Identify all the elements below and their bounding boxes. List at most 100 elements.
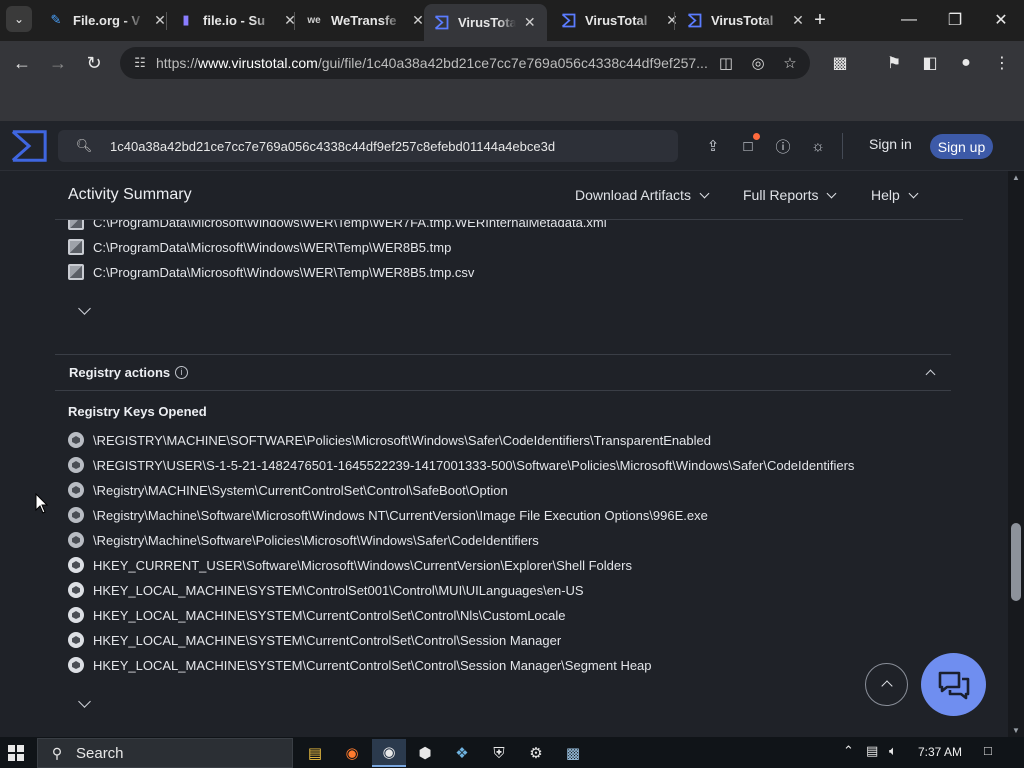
install-app-icon[interactable]: ◫ [714, 51, 738, 75]
tab-title: WeTransfe [331, 12, 397, 28]
hash-search-box[interactable]: 🔍︎ [58, 130, 678, 162]
site-info-icon[interactable]: ☷ [124, 55, 156, 71]
virustotal-logo[interactable] [10, 128, 48, 164]
scrollbar-thumb[interactable] [1011, 523, 1021, 601]
scroll-to-top-button[interactable] [865, 663, 908, 706]
taskbar-search-box[interactable]: ⚲ Search [37, 738, 293, 768]
network-app-icon[interactable]: ▩ [561, 741, 585, 765]
notifications-icon[interactable]: □ [984, 743, 992, 758]
registry-key-row: \REGISTRY\USER\S-1-5-21-1482476501-16455… [68, 455, 854, 475]
download-artifacts-menu[interactable]: Download Artifacts [575, 187, 708, 203]
tab-search-button[interactable]: ⌄ [6, 6, 32, 32]
labs-flask-icon[interactable]: ⚑ [880, 49, 908, 77]
browser-tab-virustotal-2[interactable]: VirusTotal ✕ [550, 4, 691, 36]
registry-keys-opened-title: Registry Keys Opened [68, 404, 207, 419]
side-panel-icon[interactable]: ◧ [916, 49, 944, 77]
taskbar-search-placeholder: Search [76, 744, 124, 762]
browser-tab-wetransfer[interactable]: we WeTransfe ✕ [296, 4, 437, 36]
search-input[interactable] [110, 138, 650, 154]
registry-key-icon [68, 582, 84, 598]
menu-dots-icon[interactable]: ⋮ [988, 49, 1016, 77]
browser-tab-virustotal-active[interactable]: VirusTotal ✕ [424, 4, 547, 41]
shield-icon[interactable]: ⛨ [487, 741, 511, 765]
virustotal-icon [560, 12, 576, 28]
registry-key-icon [68, 482, 84, 498]
back-button[interactable]: ← [8, 49, 36, 77]
file-org-icon: ✎ [50, 12, 62, 27]
tab-title: VirusTotal [458, 15, 517, 30]
registry-section-title[interactable]: Registry actions [69, 365, 170, 380]
chat-notification-icon[interactable]: □ [737, 133, 760, 157]
bookmark-star-icon[interactable]: ☆ [778, 51, 802, 75]
upload-icon[interactable]: ⇪ [702, 135, 724, 157]
registry-key-row: HKEY_LOCAL_MACHINE\SYSTEM\CurrentControl… [68, 630, 561, 650]
new-tab-button[interactable]: + [808, 8, 832, 32]
url-text[interactable]: https://www.virustotal.com/gui/file/1c40… [156, 55, 716, 71]
registry-key-row: HKEY_LOCAL_MACHINE\SYSTEM\CurrentControl… [68, 605, 566, 625]
browser-tab-fileio[interactable]: ▮ file.io - Su ✕ [168, 4, 309, 36]
network-icon[interactable]: ▤ [866, 743, 878, 759]
cube-app-icon[interactable]: ⬢ [413, 741, 437, 765]
registry-key-path: \REGISTRY\MACHINE\SOFTWARE\Policies\Micr… [93, 432, 711, 448]
chrome-icon[interactable]: ◉ [372, 739, 406, 767]
sign-up-button[interactable]: Sign up [930, 134, 993, 159]
registry-key-icon [68, 507, 84, 523]
registry-key-row: \Registry\Machine\Software\Microsoft\Win… [68, 505, 708, 525]
profile-icon[interactable]: ● [952, 49, 980, 77]
registry-key-path: HKEY_LOCAL_MACHINE\SYSTEM\CurrentControl… [93, 657, 652, 673]
virustotal-icon [434, 15, 449, 31]
extensions-icon[interactable]: ▩ [826, 49, 854, 77]
file-io-icon: ▮ [182, 12, 190, 27]
registry-key-icon [68, 432, 84, 448]
sign-in-link[interactable]: Sign in [869, 136, 912, 152]
virustotal-header: 🔍︎ ⇪ □ ⓘ ☼ Sign in Sign up [0, 121, 1024, 171]
tab-title: VirusTotal [711, 12, 774, 28]
close-tab-icon[interactable]: ✕ [522, 14, 537, 31]
registry-key-icon [68, 457, 84, 473]
browser-tab-fileorg[interactable]: ✎ File.org - V ✕ [38, 4, 179, 36]
report-subnav: Activity Summary Download Artifacts Full… [0, 171, 1008, 220]
full-reports-menu[interactable]: Full Reports [743, 187, 835, 203]
chat-support-button[interactable] [921, 653, 986, 716]
close-tab-icon[interactable]: ✕ [789, 12, 807, 29]
page-scrollbar[interactable]: ▲ ▼ [1008, 171, 1024, 737]
tab-title: VirusTotal [585, 12, 648, 28]
forward-button[interactable]: → [44, 49, 72, 77]
close-window-icon[interactable]: ✕ [978, 0, 1024, 40]
help-circle-icon[interactable]: ⓘ [772, 135, 794, 157]
firefox-icon[interactable]: ◉ [340, 741, 364, 765]
list-item: C:\ProgramData\Microsoft\Windows\WER\Tem… [68, 262, 474, 282]
reload-button[interactable]: ↻ [80, 49, 108, 77]
minimize-icon[interactable]: — [886, 0, 932, 40]
windows-taskbar: ⚲ Search ▤ ◉ ◉ ⬢ ❖ ⛨ ⚙ ▩ ⌃ ▤ 🔈︎ 7:37 AM … [0, 737, 1024, 768]
registry-key-path: HKEY_LOCAL_MACHINE\SYSTEM\CurrentControl… [93, 607, 566, 623]
windows-start-icon[interactable] [8, 745, 24, 761]
tool-app-icon[interactable]: ❖ [450, 741, 474, 765]
collapse-chevron-icon[interactable] [925, 369, 936, 380]
search-icon: 🔍︎ [75, 138, 93, 153]
expand-files-chevron-icon[interactable] [78, 302, 91, 315]
expand-registry-chevron-icon[interactable] [78, 695, 91, 708]
file-explorer-icon[interactable]: ▤ [303, 741, 327, 765]
address-bar[interactable]: ☷ https://www.virustotal.com/gui/file/1c… [120, 47, 810, 79]
file-path: C:\ProgramData\Microsoft\Windows\WER\Tem… [93, 264, 475, 280]
browser-tab-virustotal-3[interactable]: VirusTotal ✕ [676, 4, 817, 36]
theme-sun-icon[interactable]: ☼ [807, 135, 829, 157]
info-icon[interactable]: i [175, 366, 188, 379]
taskbar-clock[interactable]: 7:37 AM [918, 745, 962, 759]
virustotal-icon [686, 12, 702, 28]
registry-key-icon [68, 657, 84, 673]
browser-tab-strip: ⌄ ✎ File.org - V ✕ ▮ file.io - Su ✕ we W… [0, 0, 1024, 41]
restore-icon[interactable]: ❐ [932, 0, 978, 40]
registry-key-row: \REGISTRY\MACHINE\SOFTWARE\Policies\Micr… [68, 430, 711, 450]
volume-muted-icon[interactable]: 🔈︎ [889, 743, 897, 759]
registry-key-row: HKEY_LOCAL_MACHINE\SYSTEM\CurrentControl… [68, 655, 652, 675]
chevron-down-icon: ⌄ [13, 12, 25, 26]
tray-overflow-icon[interactable]: ⌃ [843, 743, 854, 759]
eye-off-icon[interactable]: ◎ [746, 51, 770, 75]
settings-gear-icon[interactable]: ⚙ [524, 741, 548, 765]
help-menu[interactable]: Help [871, 187, 917, 203]
tab-title: file.io - Su [203, 12, 266, 28]
registry-key-path: \Registry\Machine\Software\Microsoft\Win… [93, 507, 708, 523]
registry-key-icon [68, 532, 84, 548]
